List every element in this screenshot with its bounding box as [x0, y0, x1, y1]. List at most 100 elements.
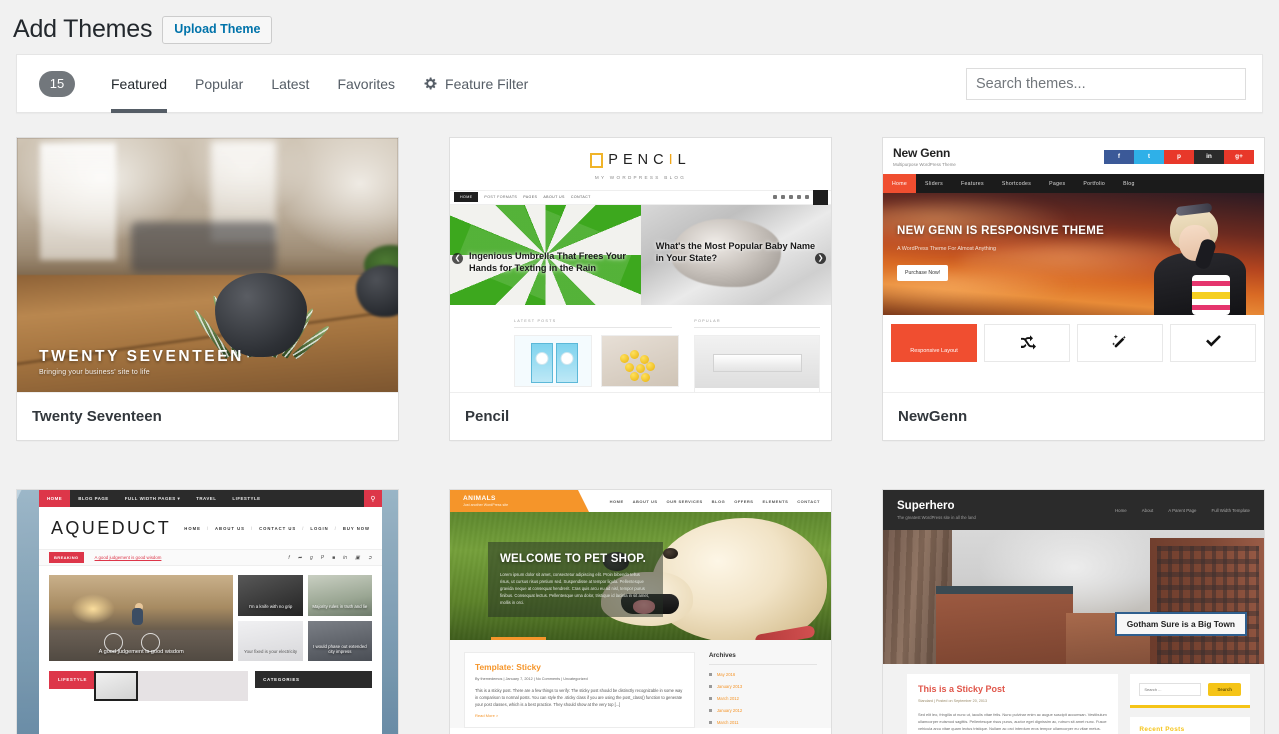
social-icon[interactable] — [789, 195, 793, 199]
featured-tile[interactable]: I would phase out extended city impress — [307, 620, 372, 661]
facebook-icon[interactable]: f — [288, 555, 289, 561]
pencil-nav-item-pages[interactable]: PAGES — [523, 195, 537, 199]
top-link-buy-now[interactable]: BUY NOW — [343, 526, 370, 531]
theme-card-twenty-seventeen[interactable]: TWENTY SEVENTEEN Bringing your business'… — [16, 137, 399, 441]
slider-prev-icon[interactable]: ❮ — [452, 252, 463, 264]
lifestyle-tag[interactable]: LIFESTYLE — [49, 671, 97, 689]
animals-read-more-link[interactable]: Read More > — [475, 713, 684, 718]
animals-nav-item-about-us[interactable]: ABOUT US — [633, 499, 658, 504]
pencil-nav-item-about-us[interactable]: ABOUT US — [543, 195, 565, 199]
pencil-post[interactable]: GENERAL 5 Smile-Inducing Vine Videos to … — [601, 334, 679, 392]
archive-item[interactable]: March 2011 — [708, 720, 817, 725]
search-input[interactable] — [966, 67, 1246, 100]
pinterest-icon[interactable]: P — [321, 555, 324, 561]
pencil-nav-item-home[interactable]: HOME — [454, 192, 479, 202]
facebook-icon[interactable]: f — [1104, 149, 1134, 164]
pencil-slide-title-2[interactable]: What's the Most Popular Baby Name in You… — [656, 240, 816, 265]
social-icon[interactable] — [781, 195, 785, 199]
featured-post-large[interactable]: A good judgement is good wisdom ALIAKBAR… — [49, 575, 234, 661]
archive-item[interactable]: January 2013 — [708, 684, 817, 689]
archive-item[interactable]: January 2012 — [708, 708, 817, 713]
pencil-nav-item-contact[interactable]: CONTACT — [571, 195, 591, 199]
superhero-post-title[interactable]: This is a Sticky Post — [918, 684, 1107, 694]
superhero-search-input[interactable] — [1139, 683, 1202, 696]
newgenn-nav-item-home[interactable]: Home — [883, 174, 917, 193]
animals-nav-item-home[interactable]: HOME — [610, 499, 624, 504]
print-icon[interactable]: ▣ — [355, 555, 360, 561]
theme-screenshot-animals[interactable]: ANIMALS Just another WordPress site HOME… — [450, 490, 831, 734]
top-link-contact-us[interactable]: CONTACT US — [259, 526, 296, 531]
aqueduct-nav-item-blog-page[interactable]: BLOG PAGE — [70, 490, 117, 507]
theme-card-aqueduct[interactable]: HOME BLOG PAGE FULL WIDTH PAGES ▾ TRAVEL… — [16, 489, 399, 734]
theme-card-superhero[interactable]: Superhero The greatest WordPress site in… — [882, 489, 1265, 734]
theme-screenshot-aqueduct[interactable]: HOME BLOG PAGE FULL WIDTH PAGES ▾ TRAVEL… — [17, 490, 398, 734]
googleplus-icon[interactable]: g+ — [1224, 149, 1254, 164]
tab-latest[interactable]: Latest — [257, 55, 323, 112]
theme-card-pencil[interactable]: PENCIL MY WORDPRESS BLOG HOME POST FORMA… — [449, 137, 832, 441]
pencil-slide-title-1[interactable]: Ingenious Umbrella That Frees Your Hands… — [469, 250, 637, 275]
newgenn-nav-item-pages[interactable]: Pages — [1040, 174, 1074, 193]
superhero-nav-item-about[interactable]: About — [1142, 508, 1153, 513]
breaking-text[interactable]: A good judgement is good wisdom — [95, 555, 162, 560]
featured-tile[interactable]: Your fixed is your electricity — [238, 620, 303, 661]
newgenn-purchase-button[interactable]: Purchase Now! — [897, 265, 949, 281]
feature-box-shuffle[interactable] — [984, 324, 1070, 362]
search-icon[interactable] — [813, 189, 828, 205]
feature-box-check[interactable] — [1170, 324, 1256, 362]
tab-popular[interactable]: Popular — [181, 55, 257, 112]
newgenn-nav-item-portfolio[interactable]: Portfolio — [1074, 174, 1114, 193]
rss-icon[interactable]: ➲ — [368, 555, 372, 561]
upload-theme-button[interactable]: Upload Theme — [162, 16, 273, 44]
archive-item[interactable]: March 2012 — [708, 696, 817, 701]
slider-next-icon[interactable]: ❯ — [815, 252, 826, 264]
theme-screenshot-twenty-seventeen[interactable]: TWENTY SEVENTEEN Bringing your business'… — [17, 138, 398, 392]
feature-filter-toggle[interactable]: Feature Filter — [409, 55, 542, 112]
social-icon[interactable] — [773, 195, 777, 199]
social-icon[interactable] — [805, 195, 809, 199]
tab-featured[interactable]: Featured — [97, 55, 181, 113]
pinterest-icon[interactable]: p — [1164, 149, 1194, 164]
pencil-popular-post[interactable]: General / 7 Likes Organize Your Home Wit… — [694, 334, 821, 392]
animals-nav-item-contact[interactable]: CONTACT — [797, 499, 820, 504]
theme-card-newgenn[interactable]: New Genn Multipurpose WordPress Theme f … — [882, 137, 1265, 441]
social-icon[interactable] — [797, 195, 801, 199]
aqueduct-nav-item-home[interactable]: HOME — [39, 490, 71, 507]
aqueduct-nav-item-full-width-pages[interactable]: FULL WIDTH PAGES ▾ — [117, 490, 188, 507]
search-icon[interactable]: ⚲ — [364, 490, 382, 507]
featured-tile[interactable]: I'm a knife with no grip — [238, 575, 303, 616]
top-link-about-us[interactable]: ABOUT US — [215, 526, 245, 531]
animals-nav-item-elements[interactable]: ELEMENTS — [762, 499, 788, 504]
aqueduct-nav-item-travel[interactable]: TRAVEL — [188, 490, 224, 507]
twitter-icon[interactable]: t — [1134, 149, 1164, 164]
archive-item[interactable]: May 2016 — [708, 672, 817, 677]
newgenn-nav-item-sliders[interactable]: Sliders — [916, 174, 952, 193]
superhero-nav-item-full-width-template[interactable]: Full Width Template — [1212, 508, 1250, 513]
theme-card-animals[interactable]: ANIMALS Just another WordPress site HOME… — [449, 489, 832, 734]
superhero-nav-item-a-parent-page[interactable]: A Parent Page — [1168, 508, 1196, 513]
superhero-search-button[interactable]: Search — [1208, 683, 1241, 696]
theme-screenshot-pencil[interactable]: PENCIL MY WORDPRESS BLOG HOME POST FORMA… — [450, 138, 831, 392]
superhero-nav-item-home[interactable]: Home — [1115, 508, 1127, 513]
animals-nav-item-blog[interactable]: BLOG — [712, 499, 726, 504]
tab-favorites[interactable]: Favorites — [323, 55, 409, 112]
googleplus-icon[interactable]: g — [310, 555, 313, 561]
twitter-icon[interactable]: ➦ — [298, 555, 302, 561]
feature-box-magic-wand[interactable] — [1077, 324, 1163, 362]
top-link-home[interactable]: HOME — [184, 526, 201, 531]
newgenn-nav-item-blog[interactable]: Blog — [1114, 174, 1144, 193]
pencil-post[interactable]: GENERAL 11 Snowman Ideas That Don't Requ… — [514, 334, 592, 392]
top-link-login[interactable]: LOGIN — [310, 526, 328, 531]
featured-tile[interactable]: Majority rules in truth and lie — [307, 575, 372, 616]
linkedin-icon[interactable]: in — [343, 555, 347, 561]
stumbleupon-icon[interactable]: ■ — [332, 555, 335, 561]
theme-screenshot-superhero[interactable]: Superhero The greatest WordPress site in… — [883, 490, 1264, 734]
newgenn-nav-item-shortcodes[interactable]: Shortcodes — [993, 174, 1040, 193]
newgenn-nav-item-features[interactable]: Features — [952, 174, 993, 193]
aqueduct-nav-item-lifestyle[interactable]: LIFESTYLE — [224, 490, 268, 507]
linkedin-icon[interactable]: in — [1194, 149, 1224, 164]
theme-screenshot-newgenn[interactable]: New Genn Multipurpose WordPress Theme f … — [883, 138, 1264, 392]
animals-nav-item-offers[interactable]: OFFERS — [734, 499, 753, 504]
animals-post-title[interactable]: Template: Sticky — [475, 662, 684, 672]
animals-learn-more-button[interactable]: LEARN MORE — [491, 637, 546, 640]
animals-nav-item-our-services[interactable]: OUR SERVICES — [667, 499, 703, 504]
